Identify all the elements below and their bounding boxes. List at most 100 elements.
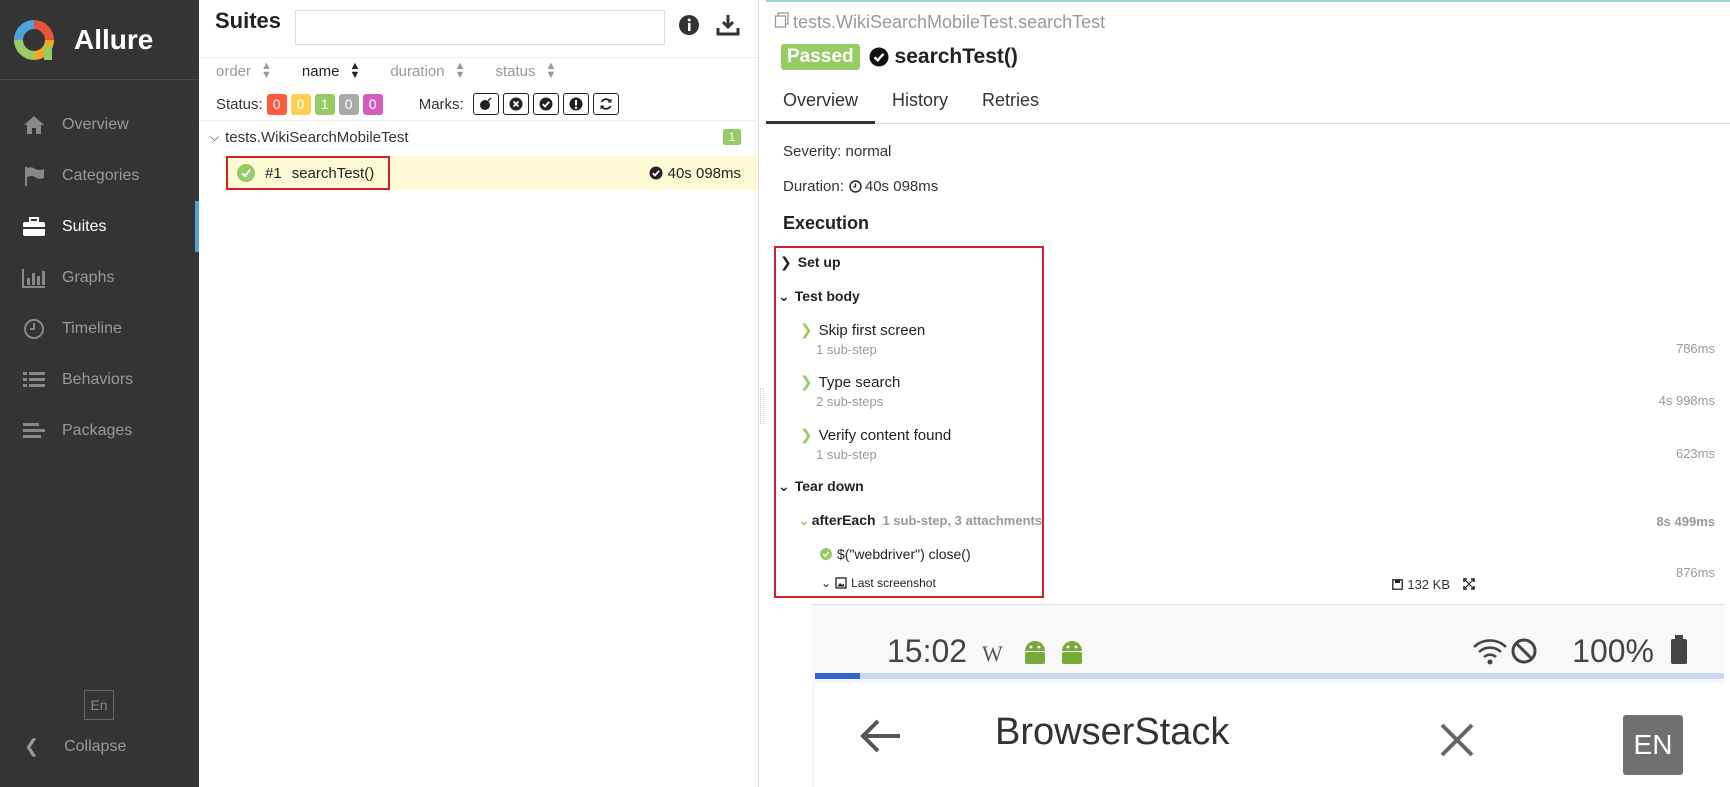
sidebar-item-label: Categories [62, 166, 140, 184]
test-title: searchTest() [894, 45, 1018, 68]
tab-retries[interactable]: Retries [965, 84, 1056, 124]
test-body-label: Test body [794, 288, 860, 304]
search-input[interactable] [295, 10, 666, 45]
collapse-button[interactable]: ❮ Collapse [24, 736, 126, 757]
after-each-step[interactable]: ⌄ afterEach 1 sub-step, 3 attachments [798, 512, 1042, 529]
refresh-icon[interactable] [592, 93, 619, 115]
chevron-right-icon: ❯ [800, 322, 813, 339]
test-duration: 40s 098ms [649, 165, 741, 182]
status-filter-broken[interactable]: 0 [290, 93, 311, 115]
android-icon [1059, 639, 1085, 672]
severity: Severity: normal [783, 143, 892, 160]
sort-arrows-icon: ▲ ▼ [349, 60, 361, 81]
step-substeps: 1 sub-step [816, 447, 877, 462]
test-body-section[interactable]: ⌄ Test body [778, 288, 860, 305]
logo[interactable]: Allure [0, 0, 199, 80]
briefcase-icon [22, 216, 46, 238]
chevron-down-icon: ⌵ [210, 129, 220, 144]
keyboard-language-badge: EN [1623, 715, 1683, 775]
sidebar-nav: Overview Categories Suites Graphs Timeli… [0, 80, 199, 456]
tab-history[interactable]: History [875, 84, 965, 124]
bar-chart-icon [22, 267, 46, 289]
status-filter-passed[interactable]: 1 [314, 93, 335, 115]
highlight-box [226, 156, 390, 190]
image-file-icon [835, 577, 847, 589]
test-status-row: Passed searchTest() [781, 44, 1018, 70]
info-icon[interactable] [678, 14, 700, 41]
teardown-section[interactable]: ⌄ Tear down [778, 478, 864, 495]
sidebar-item-packages[interactable]: Packages [0, 405, 199, 456]
sidebar-item-label: Graphs [62, 268, 115, 286]
status-filter-failed[interactable]: 0 [266, 93, 287, 115]
sort-arrows-icon: ▲ ▼ [545, 60, 557, 81]
sidebar-item-behaviors[interactable]: Behaviors [0, 354, 199, 405]
sort-status[interactable]: status ▲ ▼ [495, 60, 557, 81]
language-button[interactable]: En [84, 690, 114, 720]
step-verify-content-found[interactable]: ❯ Verify content found 1 sub-step [800, 426, 951, 462]
battery-icon [1670, 635, 1688, 670]
copy-icon[interactable] [774, 12, 790, 33]
tab-overview[interactable]: Overview [766, 84, 876, 124]
sidebar-item-suites[interactable]: Suites [0, 201, 199, 252]
flag-icon [22, 165, 46, 187]
sort-duration[interactable]: duration ▲ ▼ [390, 60, 466, 81]
detail-tabs: Overview History Retries [766, 84, 1730, 124]
suite-group-row[interactable]: ⌵ tests.WikiSearchMobileTest 1 [210, 126, 745, 148]
close-step-duration: 876ms [1675, 565, 1715, 580]
do-not-disturb-icon [1510, 637, 1538, 670]
status-badge: Passed [781, 44, 860, 70]
close-icon [1440, 723, 1474, 762]
exclamation-circle-icon[interactable] [562, 93, 589, 115]
sidebar-item-overview[interactable]: Overview [0, 99, 199, 150]
sidebar-item-categories[interactable]: Categories [0, 150, 199, 201]
attachment-row[interactable]: ⌄ Last screenshot [821, 576, 936, 590]
step-skip-first-screen[interactable]: ❯ Skip first screen 1 sub-step [800, 321, 925, 357]
sort-order[interactable]: order ▲ ▼ [216, 61, 272, 81]
filter-row: Status: 0 0 1 0 0 Marks: [216, 93, 619, 115]
sort-label: status [495, 62, 536, 80]
detail-top-bar [766, 0, 1730, 2]
setup-label: Set up [797, 254, 841, 270]
sidebar-item-label: Behaviors [62, 370, 134, 388]
sort-name[interactable]: name ▲ ▼ [302, 60, 361, 81]
marks-filter: Marks: [419, 93, 619, 115]
clock-icon [22, 318, 46, 340]
sidebar-item-graphs[interactable]: Graphs [0, 252, 199, 303]
list-icon [22, 369, 46, 391]
status-filter-unknown[interactable]: 0 [362, 93, 383, 115]
battery-percent: 100% [1572, 633, 1654, 669]
bomb-icon[interactable] [472, 93, 499, 115]
sort-row: order ▲ ▼ name ▲ ▼ duration ▲ ▼ status ▲ ▼ [216, 60, 586, 81]
search-app-bar: BrowserStack EN [815, 683, 1724, 787]
divider [199, 120, 759, 121]
check-circle-icon [869, 47, 889, 67]
loading-progress-fill [815, 673, 861, 679]
allure-logo-icon [14, 19, 54, 60]
after-each-meta: 1 sub-step, 3 attachments [882, 513, 1043, 528]
step-duration: 786ms [1675, 341, 1715, 356]
phone-time: 15:02 [887, 633, 968, 669]
panel-resize-handle[interactable] [760, 388, 764, 424]
duration: Duration: 40s 098ms [783, 178, 938, 195]
test-row[interactable]: #1 searchTest() 40s 098ms [225, 156, 758, 190]
expand-icon[interactable] [1463, 577, 1475, 595]
step-type-search[interactable]: ❯ Type search 2 sub-steps [800, 373, 900, 409]
collapse-label: Collapse [64, 737, 127, 755]
sort-label: duration [390, 62, 445, 80]
sidebar-item-timeline[interactable]: Timeline [0, 303, 199, 354]
search-query-text: BrowserStack [995, 711, 1230, 753]
step-duration: 4s 998ms [1658, 393, 1715, 408]
check-circle-icon[interactable] [532, 93, 559, 115]
wifi-icon [1472, 635, 1508, 672]
step-name: Verify content found [818, 427, 952, 444]
sort-arrows-icon: ▲ ▼ [454, 60, 466, 81]
times-circle-icon[interactable] [502, 93, 529, 115]
setup-section[interactable]: ❯ Set up [780, 254, 841, 271]
after-each-name: afterEach [811, 512, 876, 528]
suites-panel: Suites order ▲ ▼ name ▲ ▼ duration ▲ ▼ status ▲… [199, 0, 759, 787]
download-icon[interactable] [716, 14, 740, 41]
close-step[interactable]: $("webdriver") close() [820, 546, 971, 562]
test-duration-value: 40s 098ms [667, 164, 741, 182]
chevron-left-icon: ❮ [24, 736, 40, 756]
status-filter-skipped[interactable]: 0 [338, 93, 359, 115]
